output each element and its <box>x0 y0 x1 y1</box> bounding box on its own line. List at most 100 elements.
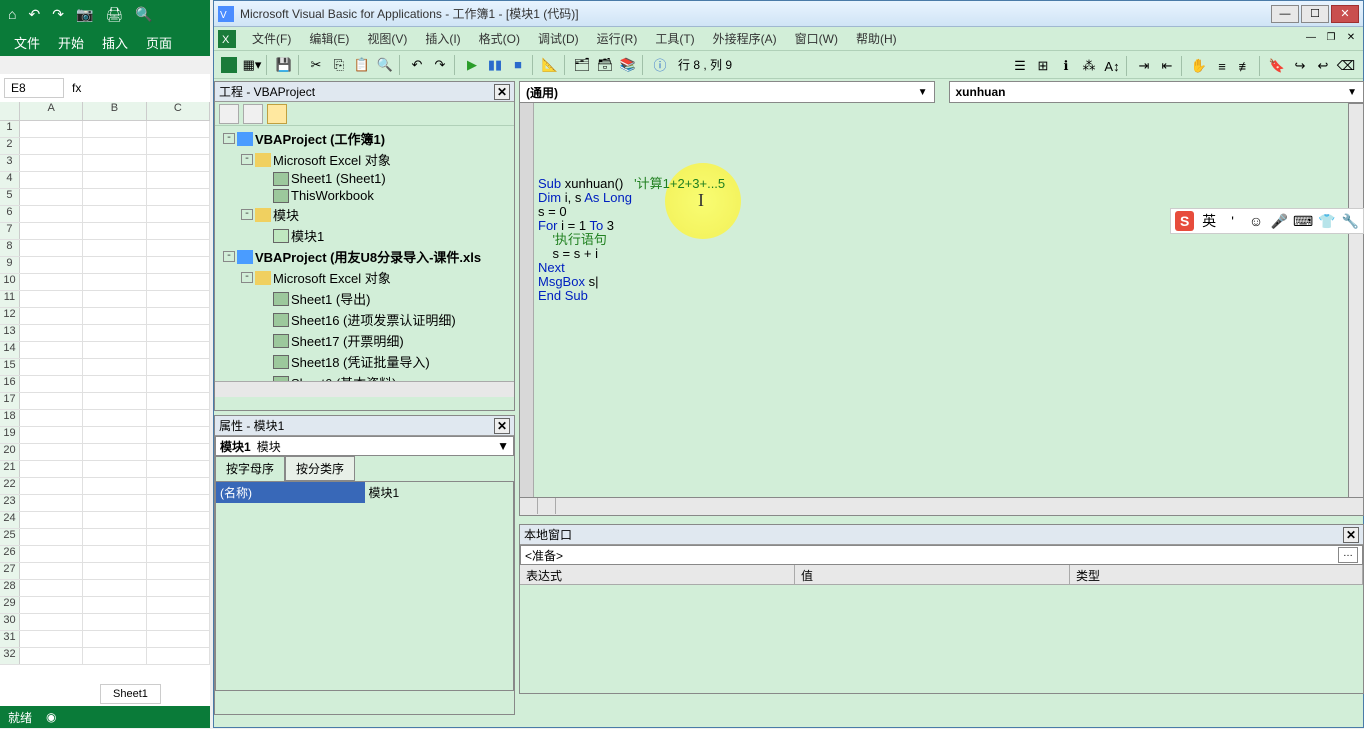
tab-insert[interactable]: 插入 <box>102 33 128 52</box>
row-header[interactable]: 14 <box>0 342 20 358</box>
undo-icon[interactable]: ↶ <box>28 6 40 23</box>
excel-row[interactable]: 2 <box>0 138 210 155</box>
row-header[interactable]: 3 <box>0 155 20 171</box>
col-header[interactable]: A <box>20 102 83 120</box>
excel-row[interactable]: 24 <box>0 512 210 529</box>
excel-row[interactable]: 7 <box>0 223 210 240</box>
excel-row[interactable]: 4 <box>0 172 210 189</box>
call-stack-button[interactable]: … <box>1338 547 1358 563</box>
tree-node[interactable]: Sheet1 (导出) <box>217 288 512 309</box>
row-header[interactable]: 27 <box>0 563 20 579</box>
excel-row[interactable]: 8 <box>0 240 210 257</box>
reset-icon[interactable]: ■ <box>507 54 529 76</box>
next-bookmark-icon[interactable]: ↪ <box>1289 55 1311 77</box>
code-line[interactable]: For i = 1 To 3 <box>538 219 1363 233</box>
tree-node[interactable]: -VBAProject (工作簿1) <box>217 128 512 149</box>
cut-icon[interactable]: ✂ <box>305 54 327 76</box>
row-header[interactable]: 17 <box>0 393 20 409</box>
col-expression[interactable]: 表达式 <box>520 565 795 584</box>
home-icon[interactable]: ⌂ <box>8 6 16 22</box>
redo-icon[interactable]: ↷ <box>52 6 64 23</box>
locals-body[interactable] <box>520 585 1363 690</box>
expand-icon[interactable]: - <box>241 209 253 220</box>
save-icon[interactable]: 💾 <box>273 54 295 76</box>
excel-grid[interactable]: A B C 1234567891011121314151617181920212… <box>0 102 210 682</box>
code-line[interactable]: Dim i, s As Long <box>538 191 1363 205</box>
col-header[interactable]: B <box>83 102 146 120</box>
tab-categorized[interactable]: 按分类序 <box>285 456 355 481</box>
tree-node[interactable]: Sheet6 (基本资料) <box>217 372 512 381</box>
row-header[interactable]: 11 <box>0 291 20 307</box>
menu-view[interactable]: 视图(V) <box>359 27 415 50</box>
undo-icon[interactable]: ↶ <box>406 54 428 76</box>
row-header[interactable]: 10 <box>0 274 20 290</box>
excel-row[interactable]: 15 <box>0 359 210 376</box>
excel-row[interactable]: 13 <box>0 325 210 342</box>
menu-tools[interactable]: 工具(T) <box>647 27 702 50</box>
excel-row[interactable]: 3 <box>0 155 210 172</box>
menu-run[interactable]: 运行(R) <box>589 27 646 50</box>
row-header[interactable]: 25 <box>0 529 20 545</box>
object-dropdown[interactable]: (通用)▼ <box>519 81 935 103</box>
prev-bookmark-icon[interactable]: ↩ <box>1312 55 1334 77</box>
excel-row[interactable]: 12 <box>0 308 210 325</box>
full-module-view-icon[interactable] <box>538 498 556 514</box>
insert-userform-icon[interactable]: ▦▾ <box>241 54 263 76</box>
expand-icon[interactable]: - <box>223 251 235 262</box>
tab-pagelayout[interactable]: 页面 <box>146 33 172 52</box>
code-line[interactable]: s = s + i <box>538 247 1363 261</box>
row-header[interactable]: 15 <box>0 359 20 375</box>
excel-row[interactable]: 23 <box>0 495 210 512</box>
row-header[interactable]: 18 <box>0 410 20 426</box>
code-line[interactable]: End Sub <box>538 289 1363 303</box>
parameter-info-icon[interactable]: ⁂ <box>1078 55 1100 77</box>
tab-file[interactable]: 文件 <box>14 33 40 52</box>
expand-icon[interactable]: - <box>241 272 253 283</box>
mdi-restore-button[interactable]: ❐ <box>1323 32 1339 46</box>
panel-close-button[interactable]: ✕ <box>1343 527 1359 543</box>
quick-info-icon[interactable]: ℹ <box>1055 55 1077 77</box>
tree-node[interactable]: -VBAProject (用友U8分录导入-课件.xls <box>217 246 512 267</box>
excel-row[interactable]: 30 <box>0 614 210 631</box>
complete-word-icon[interactable]: A↕ <box>1101 55 1123 77</box>
code-editor[interactable]: I Sub xunhuan() '计算1+2+3+...5Dim i, s As… <box>519 103 1364 498</box>
menu-window[interactable]: 窗口(W) <box>787 27 846 50</box>
indent-icon[interactable]: ⇥ <box>1133 55 1155 77</box>
col-value[interactable]: 值 <box>795 565 1070 584</box>
project-explorer-icon[interactable]: 🗂 <box>571 54 593 76</box>
tree-node[interactable]: Sheet17 (开票明细) <box>217 330 512 351</box>
excel-row[interactable]: 18 <box>0 410 210 427</box>
tab-home[interactable]: 开始 <box>58 33 84 52</box>
row-header[interactable]: 5 <box>0 189 20 205</box>
object-selector[interactable]: 模块1 模块 ▼ <box>215 436 514 456</box>
menu-help[interactable]: 帮助(H) <box>848 27 905 50</box>
comment-block-icon[interactable]: ≡ <box>1211 55 1233 77</box>
row-header[interactable]: 28 <box>0 580 20 596</box>
row-header[interactable]: 32 <box>0 648 20 664</box>
bookmark-icon[interactable]: 🔖 <box>1266 55 1288 77</box>
procedure-dropdown[interactable]: xunhuan▼ <box>949 81 1364 103</box>
code-line[interactable]: '执行语句 <box>538 233 1363 247</box>
tree-node[interactable]: Sheet18 (凭证批量导入) <box>217 351 512 372</box>
row-header[interactable]: 1 <box>0 121 20 137</box>
excel-row[interactable]: 17 <box>0 393 210 410</box>
code-line[interactable]: Next <box>538 261 1363 275</box>
excel-row[interactable]: 27 <box>0 563 210 580</box>
sheet-tab[interactable]: Sheet1 <box>100 684 161 704</box>
row-header[interactable]: 7 <box>0 223 20 239</box>
horizontal-scrollbar[interactable] <box>215 381 514 397</box>
horizontal-scrollbar[interactable] <box>556 498 1363 515</box>
view-object-icon[interactable] <box>243 104 263 124</box>
row-header[interactable]: 20 <box>0 444 20 460</box>
row-header[interactable]: 30 <box>0 614 20 630</box>
col-type[interactable]: 类型 <box>1070 565 1363 584</box>
close-button[interactable]: ✕ <box>1331 5 1359 23</box>
copy-icon[interactable]: ⎘ <box>328 54 350 76</box>
paste-icon[interactable]: 📋 <box>351 54 373 76</box>
camera-icon[interactable]: 📷 <box>76 6 93 23</box>
mdi-close-button[interactable]: ✕ <box>1343 32 1359 46</box>
excel-row[interactable]: 19 <box>0 427 210 444</box>
design-mode-icon[interactable]: 📐 <box>539 54 561 76</box>
expand-icon[interactable]: - <box>223 133 235 144</box>
list-properties-icon[interactable]: ☰ <box>1009 55 1031 77</box>
